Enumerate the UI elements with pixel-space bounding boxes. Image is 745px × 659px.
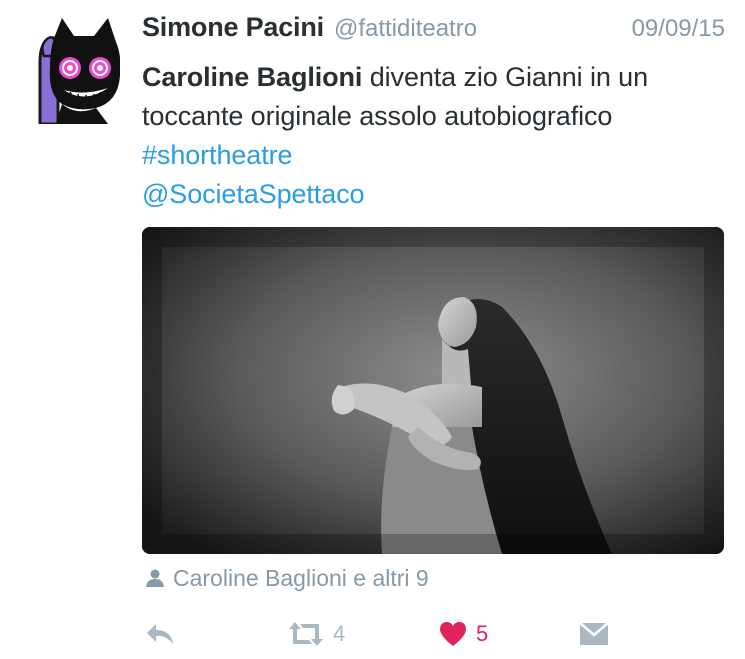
tagged-mention-name[interactable]: Caroline Baglioni bbox=[142, 62, 362, 92]
like-count: 5 bbox=[476, 621, 489, 646]
retweet-count: 4 bbox=[333, 621, 346, 646]
tweet[interactable]: Simone Pacini @fattiditeatro 09/09/15 Ca… bbox=[0, 0, 745, 659]
envelope-icon bbox=[579, 622, 609, 645]
avatar[interactable] bbox=[36, 16, 124, 124]
tweet-header: Simone Pacini @fattiditeatro 09/09/15 bbox=[142, 12, 725, 56]
retweet-button[interactable]: 4 bbox=[287, 616, 345, 652]
tagged-people[interactable]: Caroline Baglioni e altri 9 bbox=[145, 563, 429, 593]
tweet-photo[interactable] bbox=[142, 227, 724, 554]
reply-arrow-icon bbox=[147, 624, 173, 644]
tweet-actions: 4 5 bbox=[142, 616, 725, 652]
tweet-content: Simone Pacini @fattiditeatro 09/09/15 Ca… bbox=[142, 12, 725, 214]
person-icon bbox=[146, 569, 164, 587]
hashtag-link[interactable]: #shortheatre bbox=[142, 140, 293, 170]
tweet-text: Caroline Baglioni diventa zio Gianni in … bbox=[142, 58, 725, 214]
direct-message-button[interactable] bbox=[578, 616, 610, 652]
user-handle[interactable]: @fattiditeatro bbox=[334, 15, 477, 43]
tweet-date[interactable]: 09/09/15 bbox=[632, 15, 725, 43]
like-button[interactable]: 5 bbox=[438, 616, 488, 652]
retweet-icon bbox=[289, 622, 323, 646]
display-name[interactable]: Simone Pacini bbox=[142, 12, 324, 43]
photo-image bbox=[142, 227, 724, 554]
tagged-people-text: Caroline Baglioni e altri 9 bbox=[173, 564, 429, 591]
reply-button[interactable] bbox=[144, 616, 176, 652]
heart-icon bbox=[440, 622, 466, 646]
mention-link[interactable]: @SocietaSpettaco bbox=[142, 179, 365, 209]
cartoon-cat-avatar-icon bbox=[38, 16, 124, 124]
